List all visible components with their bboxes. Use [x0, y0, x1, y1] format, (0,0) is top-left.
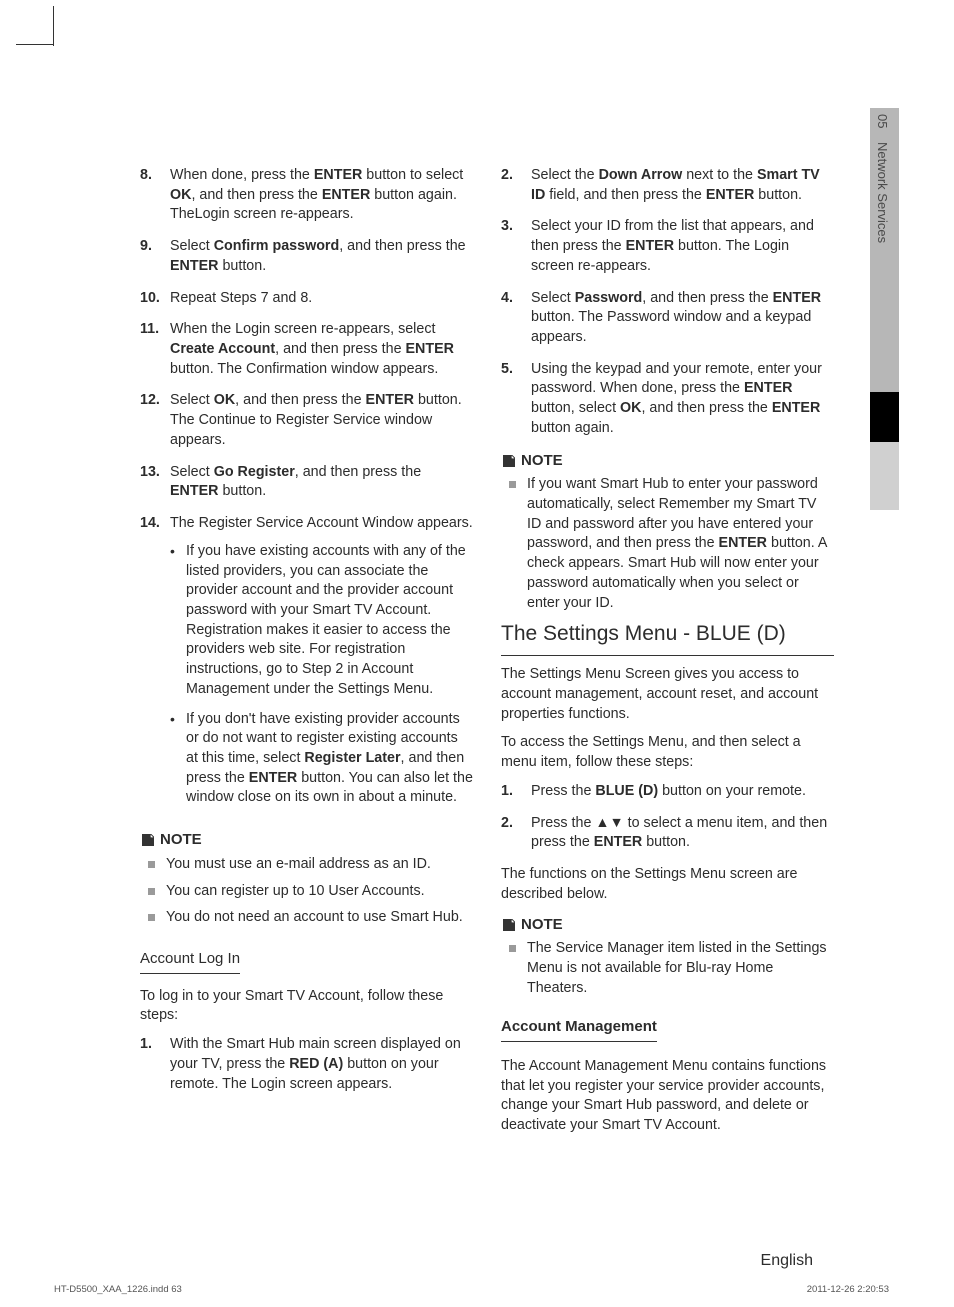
- note-item: You must use an e-mail address as an ID.: [140, 855, 473, 875]
- crop-mark: [53, 6, 54, 46]
- note-icon: [501, 453, 517, 469]
- note-heading: NOTE: [501, 451, 834, 472]
- side-tab: 05 Network Services: [870, 108, 899, 603]
- note-icon: [140, 832, 156, 848]
- login-step-5: 5.Using the keypad and your remote, ente…: [501, 360, 834, 439]
- chapter-number: 05: [875, 114, 890, 128]
- footer-filename: HT-D5500_XAA_1226.indd 63: [54, 1284, 182, 1295]
- paragraph: To log in to your Smart TV Account, foll…: [140, 987, 473, 1026]
- account-management-heading: Account Management: [501, 1017, 657, 1042]
- note-item: The Service Manager item listed in the S…: [501, 939, 834, 998]
- step-12: 12.Select OK, and then press the ENTER b…: [140, 391, 473, 450]
- footer-language: English: [761, 1252, 813, 1270]
- page: 05 Network Services 8.When done, press t…: [0, 0, 954, 1307]
- account-login-heading: Account Log In: [140, 949, 240, 974]
- footer-datetime: 2011-12-26 2:20:53: [807, 1284, 889, 1295]
- step-13: 13.Select Go Register, and then press th…: [140, 463, 473, 502]
- step-8: 8.When done, press the ENTER button to s…: [140, 166, 473, 225]
- bullet: If you have existing accounts with any o…: [170, 542, 473, 700]
- login-step-2: 2.Select the Down Arrow next to the Smar…: [501, 166, 834, 205]
- note-item: You do not need an account to use Smart …: [140, 908, 473, 928]
- step-10: 10.Repeat Steps 7 and 8.: [140, 289, 473, 309]
- login-step-4: 4.Select Password, and then press the EN…: [501, 289, 834, 348]
- paragraph: To access the Settings Menu, and then se…: [501, 733, 834, 772]
- left-column: 8.When done, press the ENTER button to s…: [140, 166, 473, 1145]
- note-icon: [501, 917, 517, 933]
- step-14: 14.The Register Service Account Window a…: [140, 514, 473, 818]
- right-column: 2.Select the Down Arrow next to the Smar…: [501, 166, 834, 1145]
- paragraph: The Settings Menu Screen gives you acces…: [501, 665, 834, 724]
- note-item: You can register up to 10 User Accounts.: [140, 882, 473, 902]
- content: 8.When done, press the ENTER button to s…: [140, 166, 835, 1145]
- paragraph: The Account Management Menu contains fun…: [501, 1057, 834, 1136]
- step-9: 9.Select Confirm password, and then pres…: [140, 237, 473, 276]
- chapter-name: Network Services: [875, 142, 890, 243]
- note-heading: NOTE: [140, 830, 473, 851]
- menu-step-2: 2.Press the ▲▼ to select a menu item, an…: [501, 814, 834, 853]
- crop-mark: [16, 44, 54, 45]
- menu-step-1: 1.Press the BLUE (D) button on your remo…: [501, 782, 834, 802]
- settings-menu-heading: The Settings Menu - BLUE (D): [501, 620, 834, 656]
- login-step-1: 1.With the Smart Hub main screen display…: [140, 1035, 473, 1094]
- note-heading: NOTE: [501, 915, 834, 936]
- note-item: If you want Smart Hub to enter your pass…: [501, 475, 834, 613]
- step-11: 11.When the Login screen re-appears, sel…: [140, 320, 473, 379]
- bullet: If you don't have existing provider acco…: [170, 710, 473, 809]
- login-step-3: 3.Select your ID from the list that appe…: [501, 217, 834, 276]
- paragraph: The functions on the Settings Menu scree…: [501, 865, 834, 904]
